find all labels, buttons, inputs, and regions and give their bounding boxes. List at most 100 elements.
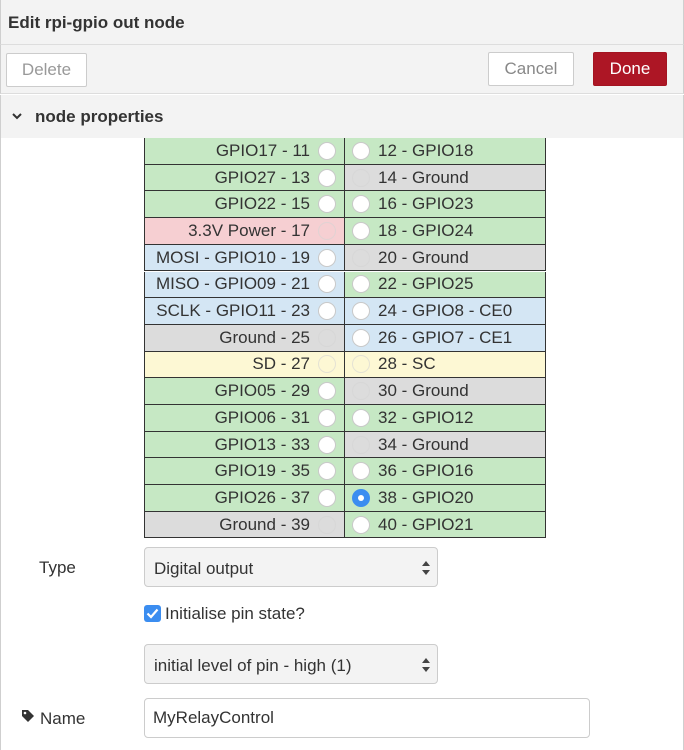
pin-radio[interactable] xyxy=(318,462,336,481)
pin-cell-right[interactable]: 12 - GPIO18 xyxy=(344,138,546,165)
pin-label: 38 - GPIO20 xyxy=(378,487,474,507)
pin-cell-left[interactable]: GPIO13 - 33 xyxy=(144,431,345,459)
pin-cell-right: 34 - Ground xyxy=(344,431,546,459)
gpio-pin-table: GPIO17 - 11 12 - GPIO18 GPIO27 - 13 14 - Gr… xyxy=(144,138,546,539)
pin-radio xyxy=(318,355,336,374)
pin-cell-right[interactable]: 26 - GPIO7 - CE1 xyxy=(344,324,546,352)
pin-label: GPIO27 - 13 xyxy=(214,167,310,187)
pin-cell-left[interactable]: MOSI - GPIO10 - 19 xyxy=(144,244,345,272)
pin-row: GPIO05 - 29 30 - Ground xyxy=(144,378,546,405)
pin-cell-right[interactable]: 38 - GPIO20 xyxy=(344,485,546,512)
pin-cell-right[interactable]: 18 - GPIO24 xyxy=(344,218,546,245)
pin-cell-right[interactable]: 24 - GPIO8 - CE0 xyxy=(344,298,546,325)
pin-label: 12 - GPIO18 xyxy=(378,140,474,160)
pin-radio[interactable] xyxy=(318,195,336,214)
pin-label: 18 - GPIO24 xyxy=(378,220,474,240)
pin-label: SCLK - GPIO11 - 23 xyxy=(156,301,310,321)
pin-radio[interactable] xyxy=(352,141,370,160)
pin-cell-right[interactable]: 16 - GPIO23 xyxy=(344,191,546,219)
pin-cell-right: 20 - Ground xyxy=(344,244,546,272)
pin-row: SD - 27 28 - SC xyxy=(144,351,546,379)
pin-radio[interactable] xyxy=(352,221,370,240)
pin-radio[interactable] xyxy=(352,488,370,507)
pin-label: 14 - Ground xyxy=(378,167,469,187)
done-button[interactable]: Done xyxy=(593,52,667,86)
pin-label: 30 - Ground xyxy=(378,381,469,401)
pin-radio[interactable] xyxy=(352,195,370,214)
pin-row: GPIO26 - 37 38 - GPIO20 xyxy=(144,485,546,512)
pin-label: Ground - 39 xyxy=(219,514,310,534)
pin-cell-left[interactable]: MISO - GPIO09 - 21 xyxy=(144,271,345,299)
pin-label: 26 - GPIO7 - CE1 xyxy=(378,327,513,347)
pin-cell-right[interactable]: 36 - GPIO16 xyxy=(344,458,546,486)
pin-label: 36 - GPIO16 xyxy=(378,461,474,481)
pin-label: MISO - GPIO09 - 21 xyxy=(156,274,310,294)
pin-radio xyxy=(352,248,370,267)
tray-toolbar: Delete Cancel Done xyxy=(0,45,684,94)
pin-cell-left[interactable]: GPIO06 - 31 xyxy=(144,405,345,432)
section-label: node properties xyxy=(35,107,164,126)
pin-cell-left[interactable]: GPIO17 - 11 xyxy=(144,138,345,165)
pin-row: GPIO06 - 31 32 - GPIO12 xyxy=(144,405,546,432)
pin-label: Ground - 25 xyxy=(219,327,310,347)
pin-cell-right[interactable]: 22 - GPIO25 xyxy=(344,271,546,299)
pin-radio xyxy=(352,355,370,374)
initialise-pin-label: Initialise pin state? xyxy=(165,604,305,623)
pin-cell-left[interactable]: GPIO22 - 15 xyxy=(144,191,345,219)
pin-radio[interactable] xyxy=(318,168,336,187)
pin-radio[interactable] xyxy=(318,408,336,427)
type-select[interactable]: Digital output xyxy=(144,547,438,587)
node-properties-header[interactable]: node properties xyxy=(0,95,684,138)
pin-radio[interactable] xyxy=(352,328,370,347)
pin-label: 40 - GPIO21 xyxy=(378,514,474,534)
pin-radio[interactable] xyxy=(318,141,336,160)
delete-button[interactable]: Delete xyxy=(6,53,87,87)
pin-cell-right: 30 - Ground xyxy=(344,378,546,405)
pin-label: SD - 27 xyxy=(252,354,310,374)
pin-label: GPIO06 - 31 xyxy=(214,407,310,427)
pin-cell-left[interactable]: GPIO27 - 13 xyxy=(144,164,345,192)
pin-row: Ground - 39 40 - GPIO21 xyxy=(144,511,546,539)
pin-cell-right[interactable]: 40 - GPIO21 xyxy=(344,511,546,539)
pin-cell-left[interactable]: GPIO19 - 35 xyxy=(144,458,345,486)
pin-radio[interactable] xyxy=(318,248,336,267)
pin-cell-left[interactable]: SCLK - GPIO11 - 23 xyxy=(144,298,345,325)
pin-label: MOSI - GPIO10 - 19 xyxy=(156,247,310,267)
pin-row: GPIO13 - 33 34 - Ground xyxy=(144,431,546,459)
tray-header: Edit rpi-gpio out node xyxy=(0,0,684,45)
pin-cell-left[interactable]: GPIO26 - 37 xyxy=(144,485,345,512)
pin-radio[interactable] xyxy=(318,302,336,321)
initial-level-select[interactable]: initial level of pin - high (1) xyxy=(144,644,438,684)
pin-radio xyxy=(352,168,370,187)
pin-row: MOSI - GPIO10 - 19 20 - Ground xyxy=(144,244,546,272)
pin-radio xyxy=(352,435,370,454)
pin-radio[interactable] xyxy=(352,462,370,481)
pin-radio[interactable] xyxy=(352,515,370,534)
pin-cell-left: Ground - 25 xyxy=(144,324,345,352)
pin-cell-left: 3.3V Power - 17 xyxy=(144,218,345,245)
pin-label: GPIO22 - 15 xyxy=(214,194,310,214)
pin-cell-right[interactable]: 32 - GPIO12 xyxy=(344,405,546,432)
cancel-button[interactable]: Cancel xyxy=(488,52,574,86)
pin-label: GPIO26 - 37 xyxy=(214,487,310,507)
pin-radio[interactable] xyxy=(352,302,370,321)
pin-radio[interactable] xyxy=(318,488,336,507)
pin-radio[interactable] xyxy=(318,435,336,454)
pin-label: 22 - GPIO25 xyxy=(378,274,474,294)
initialise-pin-checkbox[interactable] xyxy=(144,605,161,622)
pin-label: GPIO05 - 29 xyxy=(214,381,310,401)
pin-row: GPIO22 - 15 16 - GPIO23 xyxy=(144,191,546,219)
name-input[interactable] xyxy=(144,698,590,738)
pin-label: 34 - Ground xyxy=(378,434,469,454)
pin-label: GPIO13 - 33 xyxy=(214,434,310,454)
pin-radio[interactable] xyxy=(352,408,370,427)
pin-cell-left[interactable]: GPIO05 - 29 xyxy=(144,378,345,405)
pin-radio xyxy=(318,515,336,534)
pin-radio[interactable] xyxy=(318,275,336,294)
pin-cell-right: 14 - Ground xyxy=(344,164,546,192)
pin-label: 24 - GPIO8 - CE0 xyxy=(378,301,513,321)
name-label: Name xyxy=(40,709,86,728)
pin-radio[interactable] xyxy=(318,382,336,401)
pin-radio[interactable] xyxy=(352,275,370,294)
type-label: Type xyxy=(39,558,76,577)
